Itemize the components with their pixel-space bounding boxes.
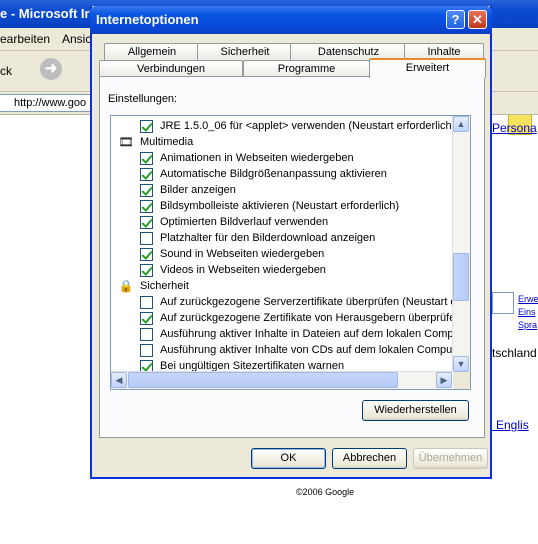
checkbox-unchecked[interactable] [140,296,153,309]
setting-label: Optimierten Bildverlauf verwenden [160,216,329,228]
setting-label: Bildsymbolleiste aktivieren (Neustart er… [160,200,400,212]
vertical-scrollbar[interactable]: ▲ ▼ [452,116,470,372]
checkbox-checked[interactable] [140,120,153,133]
region-text: tschland [492,346,537,360]
setting-item[interactable]: Bildsymbolleiste aktivieren (Neustart er… [116,198,446,214]
tab-erweitert[interactable]: Erweitert [369,58,486,78]
link-advanced-search[interactable]: Erwe [518,294,538,304]
lock-icon: 🔒 [118,279,134,293]
checkbox-checked[interactable] [140,152,153,165]
help-button[interactable]: ? [446,10,465,29]
search-box-edge[interactable] [492,292,514,314]
scroll-corner [453,372,470,389]
setting-item[interactable]: Sound in Webseiten wiedergeben [116,246,446,262]
setting-label: Auf zurückgezogene Serverzertifikate übe… [160,296,464,308]
checkbox-checked[interactable] [140,264,153,277]
forward-arrow-icon[interactable]: ➜ [40,58,62,80]
setting-item[interactable]: Ausführung aktiver Inhalte von CDs auf d… [116,342,465,358]
settings-category: 🔒 Sicherheit [116,278,446,294]
settings-label: Einstellungen: [108,93,178,105]
apply-button[interactable]: Übernehmen [413,448,488,469]
tab-sicherheit[interactable]: Sicherheit [197,43,293,60]
browser-title: e - Microsoft Ir [0,6,90,21]
setting-item[interactable]: Platzhalter für den Bilderdownload anzei… [116,230,446,246]
setting-label: Ausführung aktiver Inhalte von CDs auf d… [160,344,466,356]
setting-item[interactable]: Optimierten Bildverlauf verwenden [116,214,446,230]
setting-item[interactable]: Videos in Webseiten wiedergeben [116,262,446,278]
vertical-scroll-thumb[interactable] [453,253,469,301]
scroll-down-button[interactable]: ▼ [453,356,469,372]
setting-label: JRE 1.5.0_06 für <applet> verwenden (Neu… [160,120,456,132]
settings-list[interactable]: JRE 1.5.0_06 für <applet> verwenden (Neu… [110,115,471,390]
setting-item[interactable]: Auf zurückgezogene Serverzertifikate übe… [116,294,463,310]
setting-item[interactable]: Auf zurückgezogene Zertifikate von Herau… [116,310,461,326]
setting-label: Animationen in Webseiten wiedergeben [160,152,354,164]
back-button-label[interactable]: ck [0,64,12,78]
setting-item[interactable]: Ausführung aktiver Inhalte in Dateien au… [116,326,463,342]
link-preferences[interactable]: Eins [518,307,536,317]
dialog-title: Internetoptionen [96,12,199,27]
setting-label: Bilder anzeigen [160,184,236,196]
horizontal-scroll-thumb[interactable] [128,372,398,388]
setting-label: Platzhalter für den Bilderdownload anzei… [160,232,376,244]
close-button[interactable]: ✕ [468,10,487,29]
tab-verbindungen[interactable]: Verbindungen [99,60,243,77]
setting-label: Multimedia [140,136,194,148]
setting-label: Auf zurückgezogene Zertifikate von Herau… [160,312,462,324]
setting-label: Automatische Bildgrößenanpassung aktivie… [160,168,387,180]
setting-item[interactable]: Automatische Bildgrößenanpassung aktivie… [116,166,446,182]
checkbox-checked[interactable] [140,184,153,197]
restore-button[interactable]: Wiederherstellen [362,400,469,421]
checkbox-checked[interactable] [140,312,153,325]
link-personalize[interactable]: Persona [492,121,537,135]
horizontal-scrollbar[interactable]: ◀ ▶ [111,371,452,389]
setting-label: Ausführung aktiver Inhalte in Dateien au… [160,328,463,340]
multimedia-icon: 🎞 [118,135,134,149]
settings-category: 🎞 Multimedia [116,134,446,150]
menu-item-edit[interactable]: earbeiten [0,32,50,46]
setting-item[interactable]: Animationen in Webseiten wiedergeben [116,150,446,166]
scroll-up-button[interactable]: ▲ [453,116,469,132]
dialog-title-bar[interactable]: Internetoptionen ? ✕ [90,6,492,34]
ok-button[interactable]: OK [251,448,326,469]
link-language-tools[interactable]: Spra [518,320,537,330]
copyright-text: ©2006 Google [296,487,355,497]
tab-programme[interactable]: Programme [243,60,370,77]
checkbox-checked[interactable] [140,248,153,261]
checkbox-unchecked[interactable] [140,344,153,357]
checkbox-unchecked[interactable] [140,328,153,341]
tab-allgemein[interactable]: Allgemein [104,43,200,60]
cancel-button[interactable]: Abbrechen [332,448,407,469]
checkbox-unchecked[interactable] [140,232,153,245]
checkbox-checked[interactable] [140,216,153,229]
setting-item[interactable]: Bilder anzeigen [116,182,446,198]
checkbox-checked[interactable] [140,200,153,213]
link-english[interactable]: n Englis [486,418,529,432]
setting-item[interactable]: JRE 1.5.0_06 für <applet> verwenden (Neu… [116,118,455,134]
internet-options-dialog: Internetoptionen ? ✕ Allgemein Sicherhei… [90,6,492,479]
scroll-right-button[interactable]: ▶ [436,372,452,388]
setting-label: Sound in Webseiten wiedergeben [160,248,325,260]
setting-label: Sicherheit [140,280,189,292]
setting-label: Videos in Webseiten wiedergeben [160,264,326,276]
checkbox-checked[interactable] [140,168,153,181]
scroll-left-button[interactable]: ◀ [111,372,127,388]
